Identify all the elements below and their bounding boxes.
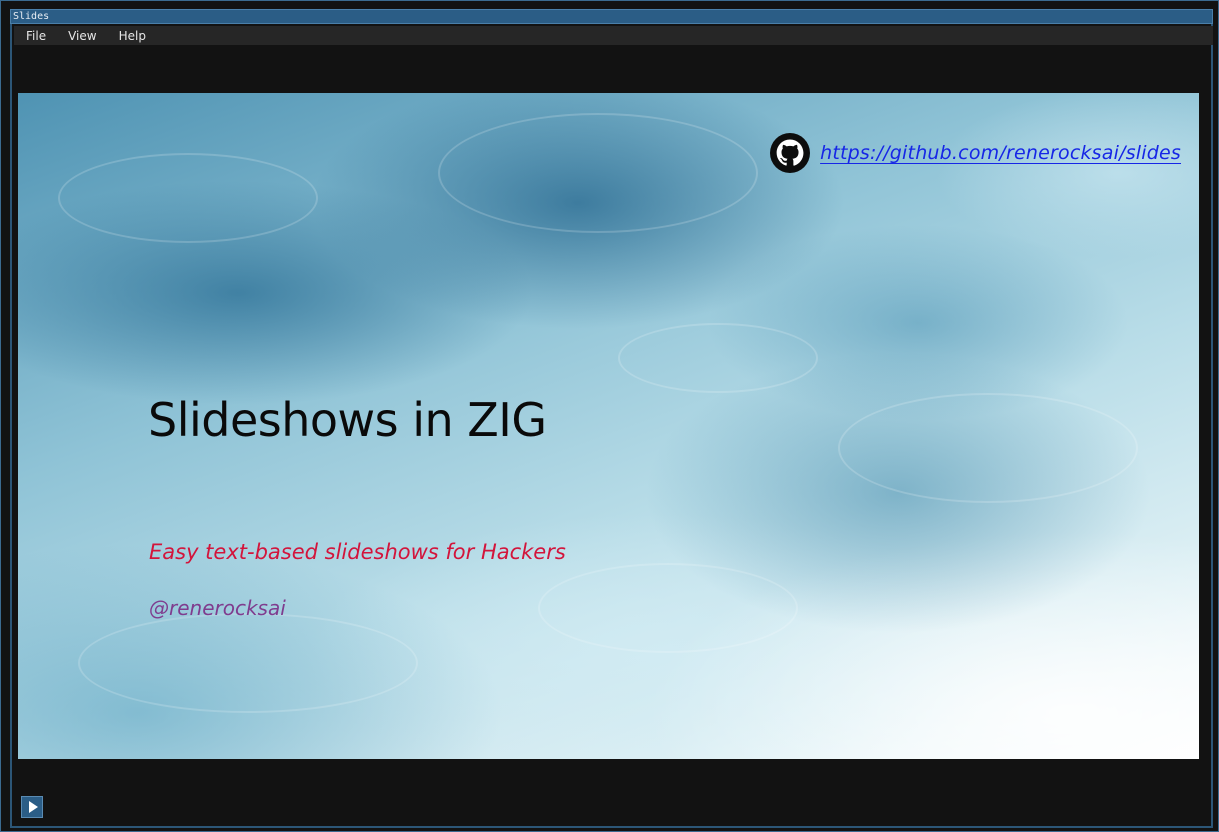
app-window: Slides File View Help https://github.com…	[0, 0, 1219, 832]
menu-view[interactable]: View	[68, 29, 104, 43]
play-button[interactable]	[21, 796, 43, 818]
slide-title: Slideshows in ZIG	[148, 393, 547, 447]
github-url[interactable]: https://github.com/renerocksai/slides	[820, 142, 1181, 164]
window-frame: File View Help https://github.com/renero…	[10, 24, 1213, 828]
github-link[interactable]: https://github.com/renerocksai/slides	[770, 133, 1181, 173]
window-title-bar[interactable]: Slides	[10, 9, 1213, 24]
play-icon	[28, 801, 38, 813]
water-ripple	[58, 153, 318, 243]
github-icon	[770, 133, 811, 173]
water-ripple	[78, 613, 418, 713]
water-ripple	[838, 393, 1138, 503]
water-ripple	[618, 323, 818, 393]
menu-file[interactable]: File	[26, 29, 54, 43]
menu-help[interactable]: Help	[119, 29, 154, 43]
window-title: Slides	[13, 11, 50, 22]
water-ripple	[538, 563, 798, 653]
slide-author: @renerocksai	[149, 596, 286, 620]
menu-bar: File View Help	[14, 26, 1213, 45]
water-ripple	[438, 113, 758, 233]
slide-canvas: https://github.com/renerocksai/slides Sl…	[18, 93, 1199, 759]
slide-subtitle: Easy text-based slideshows for Hackers	[149, 540, 566, 564]
